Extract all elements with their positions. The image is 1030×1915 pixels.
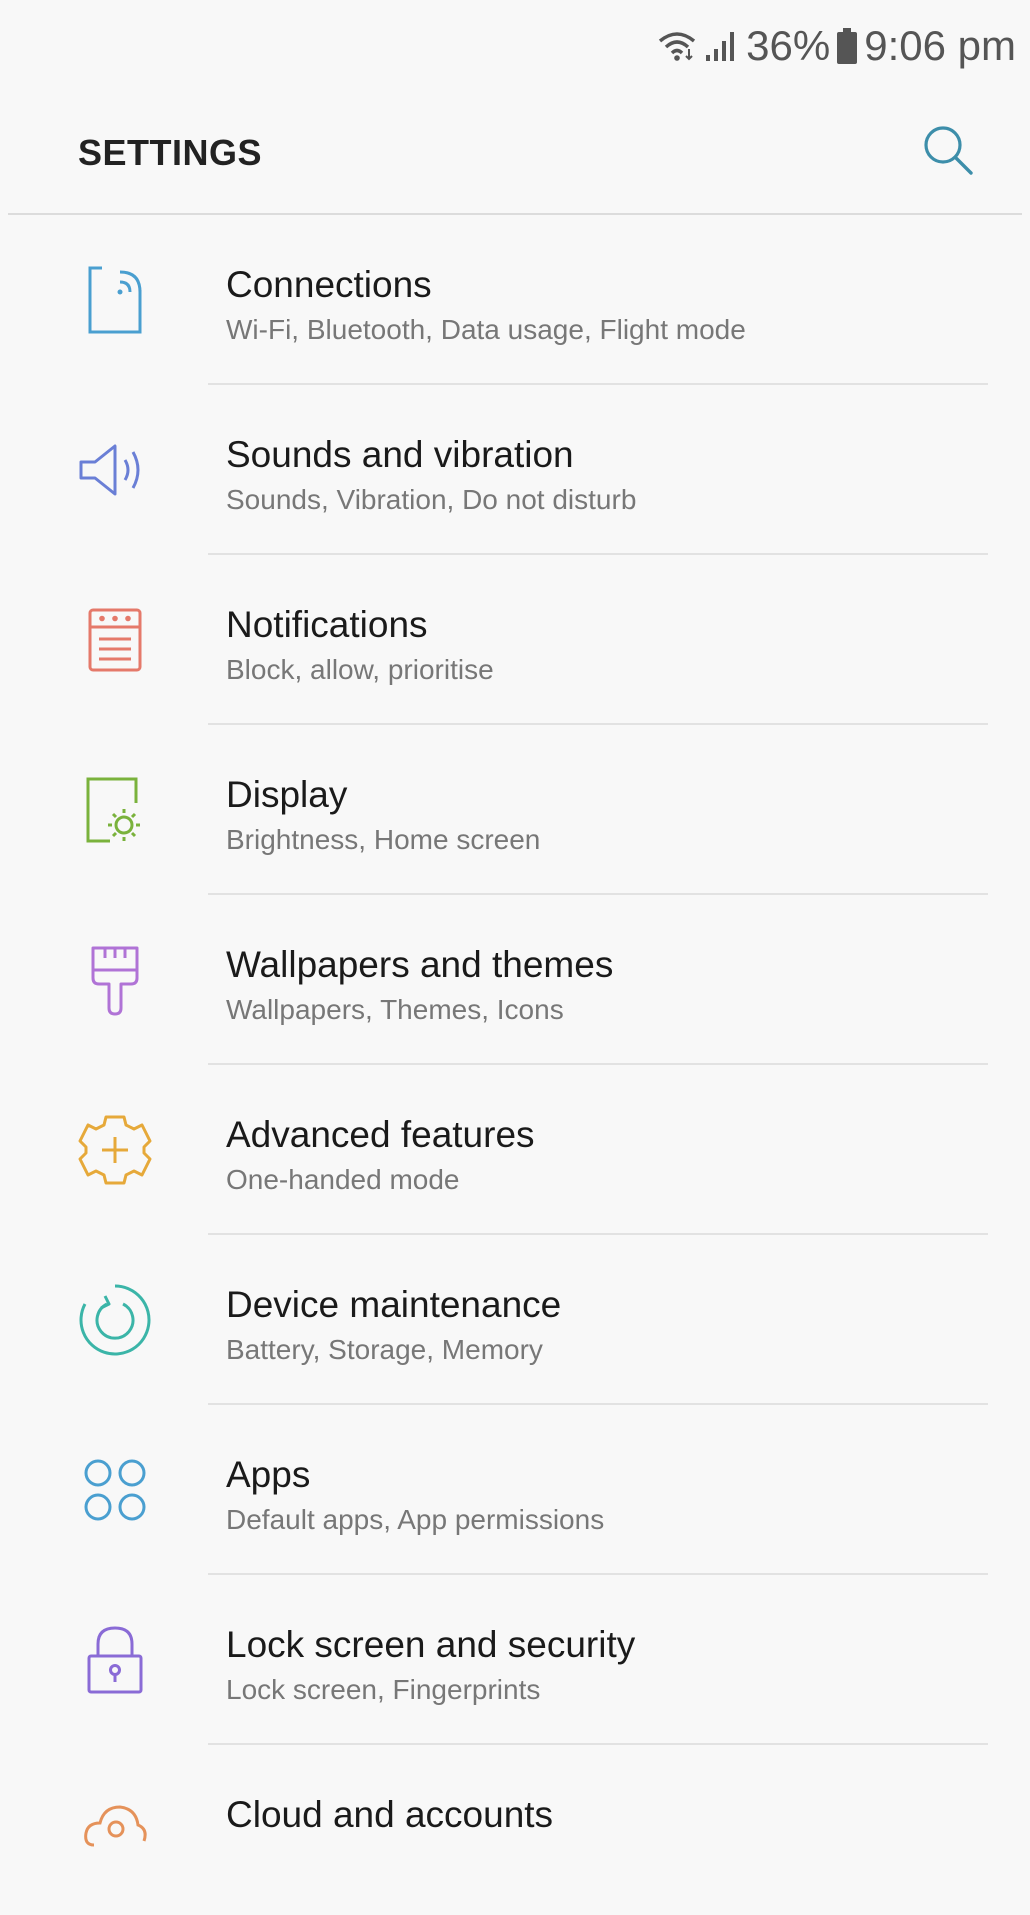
settings-list: Connections Wi-Fi, Bluetooth, Data usage… (0, 215, 1030, 1915)
notifications-icon (70, 595, 160, 685)
app-header: SETTINGS (0, 92, 1030, 214)
item-subtitle: Block, allow, prioritise (226, 654, 494, 685)
settings-item-lock-screen[interactable]: Lock screen and security Lock screen, Fi… (0, 1575, 1030, 1745)
item-title: Display (226, 774, 348, 815)
apps-icon (70, 1445, 160, 1535)
search-button[interactable] (916, 118, 980, 182)
settings-item-advanced[interactable]: Advanced features One-handed mode (0, 1065, 1030, 1235)
item-subtitle: Wallpapers, Themes, Icons (226, 994, 564, 1025)
battery-icon (836, 27, 858, 65)
item-subtitle: Battery, Storage, Memory (226, 1334, 543, 1365)
settings-item-cloud-accounts[interactable]: Cloud and accounts (0, 1745, 1030, 1915)
settings-item-connections[interactable]: Connections Wi-Fi, Bluetooth, Data usage… (0, 215, 1030, 385)
cloud-key-icon (70, 1785, 160, 1875)
item-subtitle: Sounds, Vibration, Do not disturb (226, 484, 637, 515)
item-title: Apps (226, 1454, 311, 1495)
battery-percent: 36% (746, 22, 831, 69)
clock: 9:06 pm (864, 22, 1016, 69)
settings-item-sounds[interactable]: Sounds and vibration Sounds, Vibration, … (0, 385, 1030, 555)
paintbrush-icon (70, 935, 160, 1025)
item-subtitle: One-handed mode (226, 1164, 460, 1195)
item-title: Sounds and vibration (226, 434, 574, 475)
status-icons: 36% 9:06 pm (656, 22, 1016, 70)
lock-icon (70, 1615, 160, 1705)
wifi-icon (656, 29, 698, 63)
settings-item-wallpapers[interactable]: Wallpapers and themes Wallpapers, Themes… (0, 895, 1030, 1065)
item-title: Advanced features (226, 1114, 535, 1155)
item-title: Device maintenance (226, 1284, 562, 1325)
maintenance-icon (70, 1275, 160, 1365)
page-title: SETTINGS (78, 132, 263, 173)
item-title: Cloud and accounts (226, 1794, 554, 1835)
connections-icon (70, 255, 160, 345)
settings-item-display[interactable]: Display Brightness, Home screen (0, 725, 1030, 895)
item-subtitle: Default apps, App permissions (226, 1504, 605, 1535)
signal-icon (704, 29, 740, 63)
settings-item-device-maintenance[interactable]: Device maintenance Battery, Storage, Mem… (0, 1235, 1030, 1405)
item-title: Notifications (226, 604, 428, 645)
advanced-gear-icon (70, 1105, 160, 1195)
speaker-icon (70, 425, 160, 515)
item-title: Lock screen and security (226, 1624, 636, 1665)
item-title: Connections (226, 264, 432, 305)
display-icon (70, 765, 160, 855)
item-title: Wallpapers and themes (226, 944, 614, 985)
status-bar: 36% 9:06 pm (0, 0, 1030, 92)
item-subtitle: Wi-Fi, Bluetooth, Data usage, Flight mod… (226, 314, 746, 345)
settings-item-apps[interactable]: Apps Default apps, App permissions (0, 1405, 1030, 1575)
search-icon (924, 126, 973, 175)
item-subtitle: Brightness, Home screen (226, 824, 541, 855)
settings-item-notifications[interactable]: Notifications Block, allow, prioritise (0, 555, 1030, 725)
item-subtitle: Lock screen, Fingerprints (226, 1674, 541, 1705)
